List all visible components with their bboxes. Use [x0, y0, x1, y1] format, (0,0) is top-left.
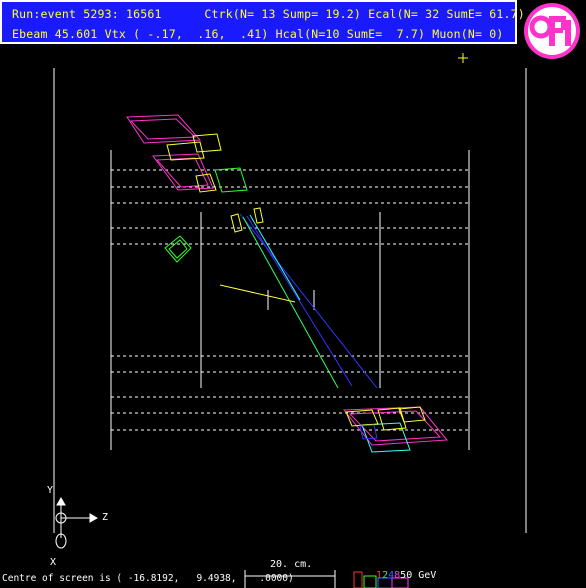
ecal-block-lower-2 — [361, 422, 411, 453]
energy-legend-label: 124850 GeV — [364, 559, 436, 581]
scale-label: 20. cm. — [270, 559, 313, 570]
axes-icon — [55, 496, 99, 549]
event-display-canvas — [53, 53, 527, 588]
tracks — [219, 213, 378, 389]
track-green-1 — [242, 216, 339, 389]
axis-z-label: Z — [102, 512, 109, 523]
track-yellow-1 — [219, 284, 296, 303]
muon-block-upper — [214, 167, 248, 193]
energy-legend-item-unit: 50 GeV — [400, 570, 437, 581]
event-info-header: Run:event 5293: 16561 Ctrk(N= 13 Sump= 1… — [0, 0, 525, 44]
opal-logo — [524, 3, 580, 59]
hcal-block-upper-1 — [166, 141, 205, 161]
screen-centre-status: Centre of screen is ( -16.8192, 9.4938, … — [2, 573, 294, 584]
axis-y-label: Y — [47, 485, 54, 496]
cursor-cross-icon — [458, 53, 468, 63]
track-blue-1 — [239, 213, 378, 389]
header-line-beam: Ebeam 45.601 Vtx ( -.17, .16, .41) Hcal(… — [12, 27, 504, 41]
detector-dashed-lines — [111, 169, 469, 431]
header-line-run: Run:event 5293: 16561 Ctrk(N= 13 Sump= 1… — [12, 7, 525, 21]
track-blue-2 — [246, 215, 353, 387]
upper-cluster — [126, 114, 264, 263]
axis-x-label: X — [50, 557, 57, 568]
